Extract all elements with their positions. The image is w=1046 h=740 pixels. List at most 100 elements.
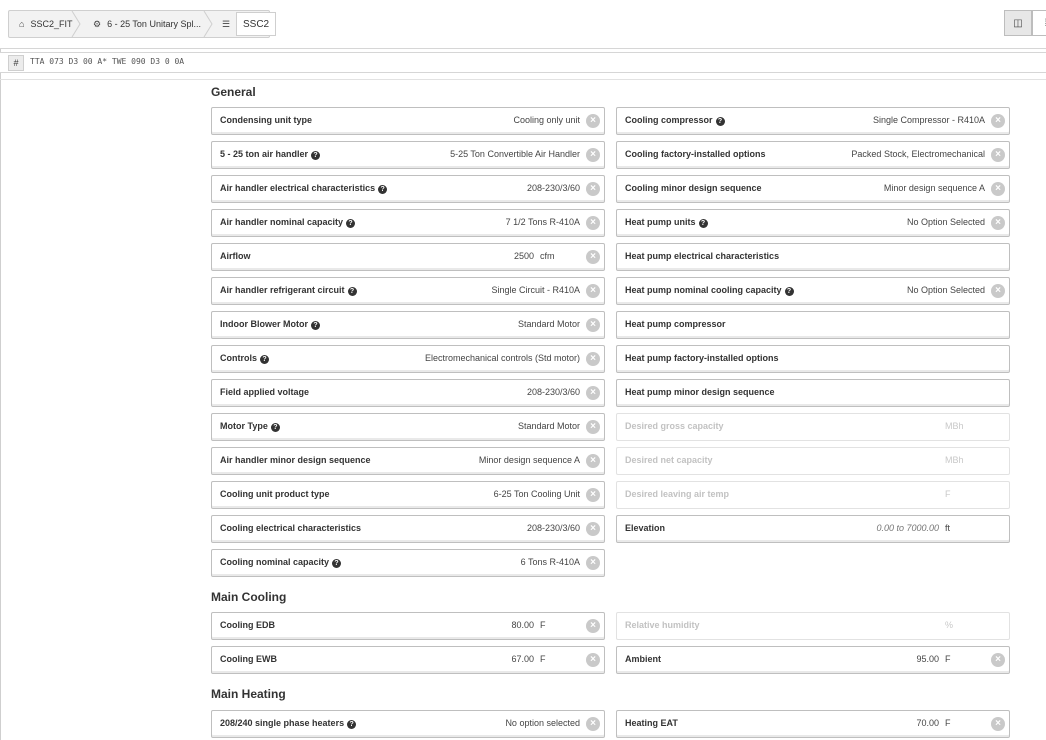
field-heat-pump-nominal-cooling-capacity[interactable]: Heat pump nominal cooling capacity? No Op…	[616, 277, 1010, 305]
field-value[interactable]: 67.00	[511, 654, 534, 664]
field-value[interactable]: 95.00	[916, 654, 939, 664]
help-icon[interactable]: ?	[347, 720, 357, 729]
clear-icon[interactable]: ×	[586, 250, 600, 264]
clear-icon[interactable]: ×	[586, 420, 600, 434]
field-cooling-ewb[interactable]: Cooling EWB 67.00 F ×	[211, 646, 605, 674]
field-cooling-edb[interactable]: Cooling EDB 80.00 F ×	[211, 612, 605, 640]
field-cooling-nominal-capacity[interactable]: Cooling nominal capacity? 6 Tons R-410A ×	[211, 549, 605, 577]
clear-icon[interactable]: ×	[586, 619, 600, 633]
field-air-handler-electrical-characteristics[interactable]: Air handler electrical characteristics? 2…	[211, 175, 605, 203]
clear-icon[interactable]: ×	[586, 182, 600, 196]
clear-icon[interactable]: ×	[586, 386, 600, 400]
breadcrumb-item-product[interactable]: ⚙ 6 - 25 Ton Unitary Spl...	[93, 11, 201, 37]
clear-icon[interactable]: ×	[586, 284, 600, 298]
field-cooling-unit-product-type[interactable]: Cooling unit product type 6-25 Ton Coolin…	[211, 481, 605, 509]
field-controls[interactable]: Controls? Electromechanical controls (Std…	[211, 345, 605, 373]
field-heat-pump-units[interactable]: Heat pump units? No Option Selected ×	[616, 209, 1010, 237]
help-icon[interactable]: ?	[715, 117, 725, 126]
field-value[interactable]: Minor design sequence A	[884, 183, 985, 193]
field-value[interactable]: Single Circuit - R410A	[491, 285, 580, 295]
field-value[interactable]: Standard Motor	[518, 319, 580, 329]
field-label: Desired net capacity	[625, 455, 713, 465]
help-icon[interactable]: ?	[378, 185, 388, 194]
field-label: Relative humidity	[625, 620, 700, 630]
field-ambient[interactable]: Ambient 95.00 F ×	[616, 646, 1010, 674]
field-cooling-factory-installed-options[interactable]: Cooling factory-installed options Packed …	[616, 141, 1010, 169]
clear-icon[interactable]: ×	[991, 216, 1005, 230]
field-heat-pump-minor-design-sequence[interactable]: Heat pump minor design sequence	[616, 379, 1010, 407]
field-value[interactable]: Cooling only unit	[513, 115, 580, 125]
clear-icon[interactable]: ×	[991, 284, 1005, 298]
field-value[interactable]: No Option Selected	[907, 285, 985, 295]
help-icon[interactable]: ?	[311, 321, 320, 330]
clear-icon[interactable]: ×	[586, 522, 600, 536]
grid-view-button[interactable]: ⁞	[1032, 10, 1046, 36]
clear-icon[interactable]: ×	[991, 653, 1005, 667]
field-air-handler-minor-design-sequence[interactable]: Air handler minor design sequence Minor d…	[211, 447, 605, 475]
field-value[interactable]: 208-230/3/60	[527, 183, 580, 193]
field-value[interactable]: 7 1/2 Tons R-410A	[506, 217, 580, 227]
field-value[interactable]: 5-25 Ton Convertible Air Handler	[450, 149, 580, 159]
field-air-handler-refrigerant-circuit[interactable]: Air handler refrigerant circuit? Single C…	[211, 277, 605, 305]
field-value[interactable]: Standard Motor	[518, 421, 580, 431]
field-value[interactable]: 6 Tons R-410A	[521, 557, 580, 567]
breadcrumb-item-project[interactable]: ⌂ SSC2_FIT	[19, 11, 72, 37]
clear-icon[interactable]: ×	[586, 216, 600, 230]
field-airflow[interactable]: Airflow 2500 cfm ×	[211, 243, 605, 271]
help-icon[interactable]: ?	[311, 151, 321, 160]
field-value[interactable]: Single Compressor - R410A	[873, 115, 985, 125]
clear-icon[interactable]: ×	[586, 556, 600, 570]
field-value[interactable]: 208-230/3/60	[527, 387, 580, 397]
field-heat-pump-electrical-characteristics[interactable]: Heat pump electrical characteristics	[616, 243, 1010, 271]
clear-icon[interactable]: ×	[991, 148, 1005, 162]
field-heating-eat[interactable]: Heating EAT 70.00 F ×	[616, 710, 1010, 738]
help-icon[interactable]: ?	[346, 219, 356, 228]
field-value[interactable]: No option selected	[505, 718, 580, 728]
help-icon[interactable]: ?	[347, 287, 357, 296]
field-cooling-minor-design-sequence[interactable]: Cooling minor design sequence Minor desig…	[616, 175, 1010, 203]
field-condensing-unit-type[interactable]: Condensing unit type Cooling only unit ×	[211, 107, 605, 135]
field-motor-type[interactable]: Motor Type? Standard Motor ×	[211, 413, 605, 441]
field-value[interactable]: 0.00 to 7000.00	[876, 523, 939, 533]
field-value[interactable]: No Option Selected	[907, 217, 985, 227]
field-air-handler-nominal-capacity[interactable]: Air handler nominal capacity? 7 1/2 Tons …	[211, 209, 605, 237]
field-5-25-ton-air-handler[interactable]: 5 - 25 ton air handler? 5-25 Ton Converti…	[211, 141, 605, 169]
breadcrumb-item-current[interactable]: SSC2	[236, 12, 277, 36]
clear-icon[interactable]: ×	[991, 717, 1005, 731]
clear-icon[interactable]: ×	[586, 653, 600, 667]
help-icon[interactable]: ?	[260, 355, 269, 364]
field-value[interactable]: Minor design sequence A	[479, 455, 580, 465]
clear-icon[interactable]: ×	[586, 318, 600, 332]
field-label: Desired gross capacity	[625, 421, 724, 431]
field-label: Heat pump nominal cooling capacity?	[625, 285, 794, 296]
field-value[interactable]: 80.00	[511, 620, 534, 630]
field-value[interactable]: 70.00	[916, 718, 939, 728]
field-heat-pump-factory-installed-options[interactable]: Heat pump factory-installed options	[616, 345, 1010, 373]
help-icon[interactable]: ?	[698, 219, 708, 228]
field-field-applied-voltage[interactable]: Field applied voltage 208-230/3/60 ×	[211, 379, 605, 407]
model-code[interactable]: TTA 073 D3 00 A* TWE 090 D3 0 0A	[30, 57, 184, 66]
clear-icon[interactable]: ×	[991, 114, 1005, 128]
clear-icon[interactable]: ×	[991, 182, 1005, 196]
clear-icon[interactable]: ×	[586, 352, 600, 366]
clear-icon[interactable]: ×	[586, 717, 600, 731]
field-value[interactable]: Packed Stock, Electromechanical	[851, 149, 985, 159]
clear-icon[interactable]: ×	[586, 488, 600, 502]
field-value[interactable]: 2500	[514, 251, 534, 261]
help-icon[interactable]: ?	[270, 423, 280, 432]
field-value[interactable]: Electromechanical controls (Std motor)	[425, 353, 580, 363]
field-indoor-blower-motor[interactable]: Indoor Blower Motor? Standard Motor ×	[211, 311, 605, 339]
help-icon[interactable]: ?	[332, 559, 342, 568]
field-heat-pump-compressor[interactable]: Heat pump compressor	[616, 311, 1010, 339]
field-cooling-electrical-characteristics[interactable]: Cooling electrical characteristics 208-23…	[211, 515, 605, 543]
help-icon[interactable]: ?	[784, 287, 794, 296]
field-value[interactable]: 208-230/3/60	[527, 523, 580, 533]
field-elevation[interactable]: Elevation 0.00 to 7000.00 ft	[616, 515, 1010, 543]
panel-view-button[interactable]: ◫	[1004, 10, 1032, 36]
field-cooling-compressor[interactable]: Cooling compressor? Single Compressor - R…	[616, 107, 1010, 135]
field-208-240-single-phase-heaters[interactable]: 208/240 single phase heaters? No option s…	[211, 710, 605, 738]
clear-icon[interactable]: ×	[586, 454, 600, 468]
clear-icon[interactable]: ×	[586, 114, 600, 128]
field-value[interactable]: 6-25 Ton Cooling Unit	[494, 489, 580, 499]
clear-icon[interactable]: ×	[586, 148, 600, 162]
